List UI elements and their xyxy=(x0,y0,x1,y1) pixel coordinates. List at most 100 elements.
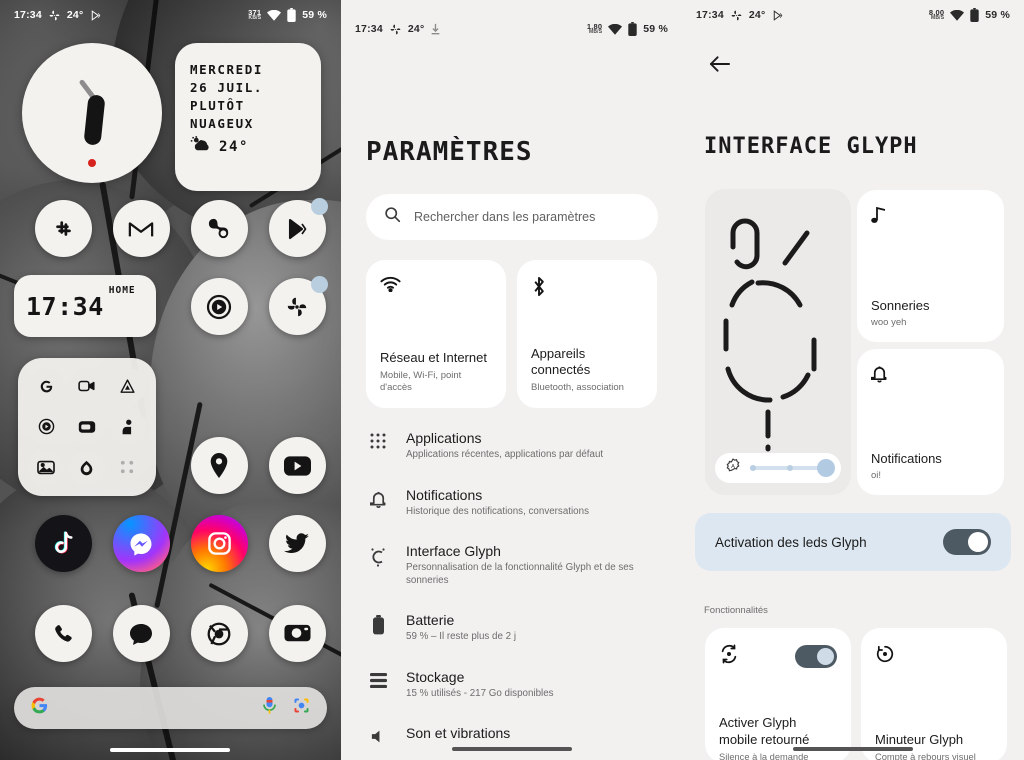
features-section-label: Fonctionnalités xyxy=(704,605,768,616)
feature-title: Activer Glyph mobile retourné xyxy=(719,715,810,747)
app-icon-youtube[interactable] xyxy=(268,437,326,494)
sound-icon xyxy=(366,725,390,745)
back-arrow-icon[interactable] xyxy=(704,49,734,79)
app-icon-phone[interactable] xyxy=(34,605,92,662)
card-title: Réseau et Internet xyxy=(380,350,487,365)
folder-icon-youtube-music[interactable] xyxy=(28,408,65,445)
folder-icon-more-apps[interactable] xyxy=(110,450,146,486)
folder-icon-drive[interactable] xyxy=(109,368,146,405)
settings-panel: 17:34 24° 1.80 MB/S 59 % PARAMÈTRES Rech… xyxy=(341,0,682,760)
glyph-interface-panel: 17:34 24° 8.00 MB/S 59 % INTERFACE GLYPH… xyxy=(682,0,1024,760)
fan-status-icon xyxy=(389,23,402,36)
weather-condition-2: NUAGEUX xyxy=(190,116,254,131)
settings-card-connected-devices[interactable]: Appareils connectés Bluetooth, associati… xyxy=(517,260,657,408)
app-icon-gmail[interactable] xyxy=(112,200,170,257)
status-temp: 24° xyxy=(66,9,84,21)
network-speed: 371 KB/S xyxy=(248,7,262,22)
google-g-icon xyxy=(30,696,49,720)
digital-clock-time: 17:34 xyxy=(26,291,104,321)
folder-icon-photos[interactable] xyxy=(28,449,65,486)
digital-clock-widget[interactable]: 17:34 HOME xyxy=(14,275,156,337)
app-icon-camera[interactable] xyxy=(268,605,326,662)
navigation-pill[interactable] xyxy=(110,748,230,752)
apps-grid-icon xyxy=(366,430,390,449)
folder-icon-contacts[interactable] xyxy=(109,408,146,445)
settings-row-interface-glyph[interactable]: Interface Glyph Personnalisation de la f… xyxy=(366,543,664,587)
auto-brightness-icon: A xyxy=(725,457,741,479)
app-icon-weather-fan[interactable] xyxy=(268,276,328,335)
weather-weekday: MERCREDI xyxy=(190,62,264,77)
slider-thumb[interactable] xyxy=(817,459,835,477)
google-lens-icon[interactable] xyxy=(292,696,311,720)
glyph-card-notifications[interactable]: Notifications oi! xyxy=(857,349,1004,495)
folder-icon-meet[interactable] xyxy=(68,368,105,405)
navigation-pill[interactable] xyxy=(793,747,913,751)
glyph-c-icon xyxy=(366,543,390,568)
card-subtitle: woo yeh xyxy=(871,317,907,328)
row-title: Interface Glyph xyxy=(406,543,501,559)
row-title: Son et vibrations xyxy=(406,725,511,741)
settings-row-applications[interactable]: Applications Applications récentes, appl… xyxy=(366,430,664,462)
fan-status-icon xyxy=(730,9,743,22)
app-icon-nothing-x[interactable] xyxy=(190,200,248,257)
row-title: Applications xyxy=(406,430,482,446)
row-subtitle: 59 % – Il reste plus de 2 j xyxy=(406,631,517,642)
app-icon-play-store[interactable] xyxy=(268,198,328,257)
settings-row-notifications[interactable]: Notifications Historique des notificatio… xyxy=(366,487,664,519)
app-icon-instagram[interactable] xyxy=(190,515,248,572)
network-speed: 1.80 MB/S xyxy=(586,21,603,36)
weather-widget[interactable]: MERCREDI 26 JUIL. PLUTÔT NUAGEUX 24° xyxy=(175,43,321,191)
glyph-pattern-preview[interactable]: A xyxy=(705,189,851,495)
row-subtitle: Personnalisation de la fonctionnalité Gl… xyxy=(406,562,634,586)
folder-icon-google[interactable] xyxy=(28,368,65,405)
search-icon xyxy=(384,206,401,228)
settings-row-sound[interactable]: Son et vibrations xyxy=(366,725,664,745)
google-search-bar[interactable] xyxy=(14,687,327,729)
app-row-3 xyxy=(180,437,336,494)
feature-card-glyph-timer[interactable]: Minuteur Glyph Compte à rebours visuel xyxy=(861,628,1007,760)
settings-search-input[interactable]: Rechercher dans les paramètres xyxy=(366,194,658,240)
app-icon-messages[interactable] xyxy=(112,605,170,662)
three-phone-screenshots: 17:34 24° 371 KB/S 59 % MERCREDI 26 JUIL… xyxy=(0,0,1024,760)
app-icon-messenger[interactable] xyxy=(112,515,170,572)
row-title: Stockage xyxy=(406,668,465,685)
feature-toggle-switch[interactable] xyxy=(795,644,837,668)
notification-badge xyxy=(310,198,328,215)
glyph-led-toggle-row[interactable]: Activation des leds Glyph xyxy=(695,513,1011,571)
weather-condition-1: PLUTÔT xyxy=(190,98,245,113)
settings-row-battery[interactable]: Batterie 59 % – Il reste plus de 2 j xyxy=(366,612,664,644)
slider-track[interactable] xyxy=(750,459,835,477)
page-title: PARAMÈTRES xyxy=(366,137,533,167)
battery-percent: 59 % xyxy=(985,9,1010,21)
glyph-feature-cards: Activer Glyph mobile retourné Silence à … xyxy=(705,628,1007,760)
app-icon-maps[interactable] xyxy=(190,437,248,494)
app-icon-twitter[interactable] xyxy=(268,515,326,572)
battery-percent: 59 % xyxy=(302,9,327,21)
glyph-card-ringtones[interactable]: Sonneries woo yeh xyxy=(857,190,1004,342)
led-toggle-switch[interactable] xyxy=(943,529,991,555)
wifi-status-icon xyxy=(608,23,623,35)
settings-row-storage[interactable]: Stockage 15 % utilisés - 217 Go disponib… xyxy=(366,669,664,701)
navigation-pill[interactable] xyxy=(452,747,572,751)
app-icon-tiktok[interactable] xyxy=(34,515,92,572)
google-folder[interactable] xyxy=(18,358,156,496)
glyph-brightness-slider[interactable]: A xyxy=(715,453,841,483)
settings-card-network[interactable]: Réseau et Internet Mobile, Wi-Fi, point … xyxy=(366,260,506,408)
folder-icon-home[interactable] xyxy=(68,449,105,486)
analog-clock-widget[interactable] xyxy=(22,43,162,183)
feature-subtitle: Silence à la demande xyxy=(719,752,809,760)
wifi-icon xyxy=(380,276,492,310)
row-title: Notifications xyxy=(406,486,483,503)
row-title: Batterie xyxy=(406,612,455,628)
wifi-status-icon xyxy=(267,9,282,21)
status-time: 17:34 xyxy=(14,9,42,21)
app-icon-chrome[interactable] xyxy=(190,605,248,662)
status-temp: 24° xyxy=(748,9,766,21)
clock-red-dot xyxy=(88,159,96,167)
status-bar-glyph: 17:34 24° 8.00 MB/S 59 % xyxy=(682,0,1024,30)
app-icon-slack[interactable] xyxy=(34,200,92,257)
microphone-icon[interactable] xyxy=(261,696,278,720)
feature-card-flip-to-glyph[interactable]: Activer Glyph mobile retourné Silence à … xyxy=(705,628,851,760)
folder-icon-wallet[interactable] xyxy=(68,408,105,445)
app-icon-media-player[interactable] xyxy=(190,278,248,335)
